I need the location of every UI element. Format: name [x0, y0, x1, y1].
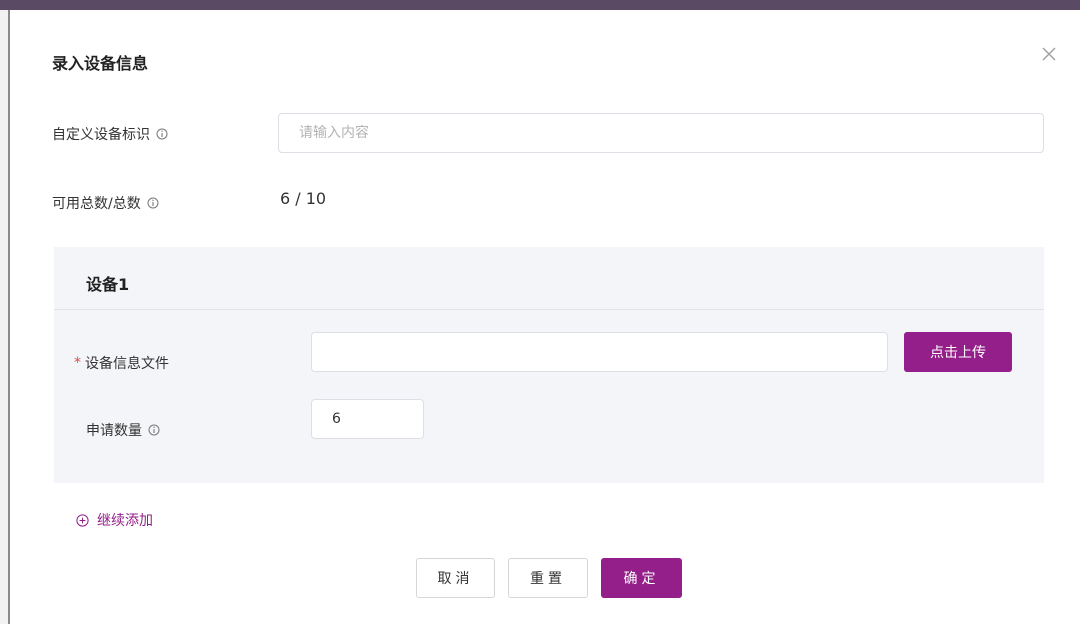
availability-label: 可用总数/总数 [52, 196, 141, 212]
upload-button[interactable]: 点击上传 [904, 332, 1012, 372]
device-file-label: 设备信息文件 [85, 356, 169, 372]
quantity-label: 申请数量 [86, 423, 142, 439]
dialog-title: 录入设备信息 [52, 54, 149, 73]
availability-label-row: 可用总数/总数 [52, 193, 159, 213]
info-icon[interactable] [148, 424, 160, 436]
device-title: 设备1 [86, 275, 130, 294]
device-panel: 设备1 * 设备信息文件 点击上传 申请数量 [54, 247, 1044, 483]
quantity-label-row: 申请数量 [86, 420, 160, 440]
info-icon[interactable] [147, 197, 159, 209]
reset-button[interactable]: 重置 [508, 558, 588, 598]
device-file-label-row: * 设备信息文件 [74, 353, 169, 373]
custom-id-label-row: 自定义设备标识 [52, 124, 168, 144]
close-icon[interactable] [1039, 44, 1059, 64]
info-icon[interactable] [156, 128, 168, 140]
add-more-button[interactable]: 继续添加 [76, 510, 153, 530]
device-panel-header: 设备1 [54, 247, 1044, 310]
confirm-button[interactable]: 确定 [601, 558, 682, 598]
plus-circle-icon [76, 513, 89, 527]
quantity-input[interactable] [311, 399, 424, 439]
required-mark: * [74, 355, 81, 371]
availability-value: 6 / 10 [280, 189, 327, 208]
device-info-dialog: 录入设备信息 自定义设备标识 可用总数/总数 6 / 10 设备1 * 设备信息… [10, 10, 1080, 624]
backdrop-edge [0, 10, 10, 624]
backdrop [0, 0, 1080, 10]
device-file-input[interactable] [311, 332, 888, 372]
cancel-button[interactable]: 取消 [416, 558, 495, 598]
add-more-label: 继续添加 [97, 513, 153, 529]
custom-id-label: 自定义设备标识 [52, 127, 150, 143]
custom-id-input[interactable] [278, 113, 1044, 153]
